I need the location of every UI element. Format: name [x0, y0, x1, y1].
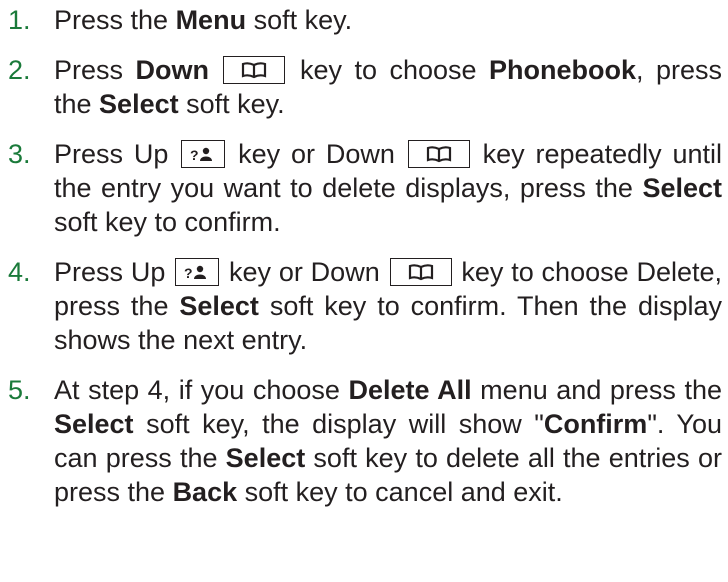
step-text: Press Up ? key or Down key repeatedly un… — [54, 139, 723, 237]
up-key-button: ? — [181, 140, 226, 168]
phonebook-icon — [242, 62, 267, 79]
contacts-icon: ? — [190, 147, 213, 162]
phonebook-icon — [408, 264, 433, 281]
step-number: 3. — [8, 139, 31, 169]
step-number: 5. — [8, 375, 31, 405]
down-key-button — [407, 140, 470, 168]
svg-text:?: ? — [184, 265, 193, 280]
step-4: 4. Press Up ? key or Down key to choose … — [8, 255, 722, 357]
step-text: Press Down key to choose Phonebook, pres… — [54, 55, 722, 119]
step-text: Press the Menu soft key. — [54, 5, 353, 35]
step-text: At step 4, if you choose Delete All menu… — [54, 375, 723, 507]
down-key-button — [223, 56, 286, 84]
svg-text:?: ? — [190, 147, 199, 162]
step-2: 2. Press Down key to choose Phonebook, p… — [8, 53, 722, 121]
step-text: Press Up ? key or Down key to choose Del… — [54, 257, 722, 355]
step-number: 1. — [8, 5, 31, 35]
phonebook-icon — [426, 146, 451, 163]
step-5: 5. At step 4, if you choose Delete All m… — [8, 373, 722, 509]
step-3: 3. Press Up ? key or Down key repeatedly… — [8, 137, 722, 239]
step-1: 1. Press the Menu soft key. — [8, 3, 722, 37]
contacts-icon: ? — [184, 265, 207, 280]
down-key-button — [389, 258, 452, 286]
step-number: 4. — [8, 257, 31, 287]
step-number: 2. — [8, 55, 31, 85]
up-key-button: ? — [175, 258, 220, 286]
